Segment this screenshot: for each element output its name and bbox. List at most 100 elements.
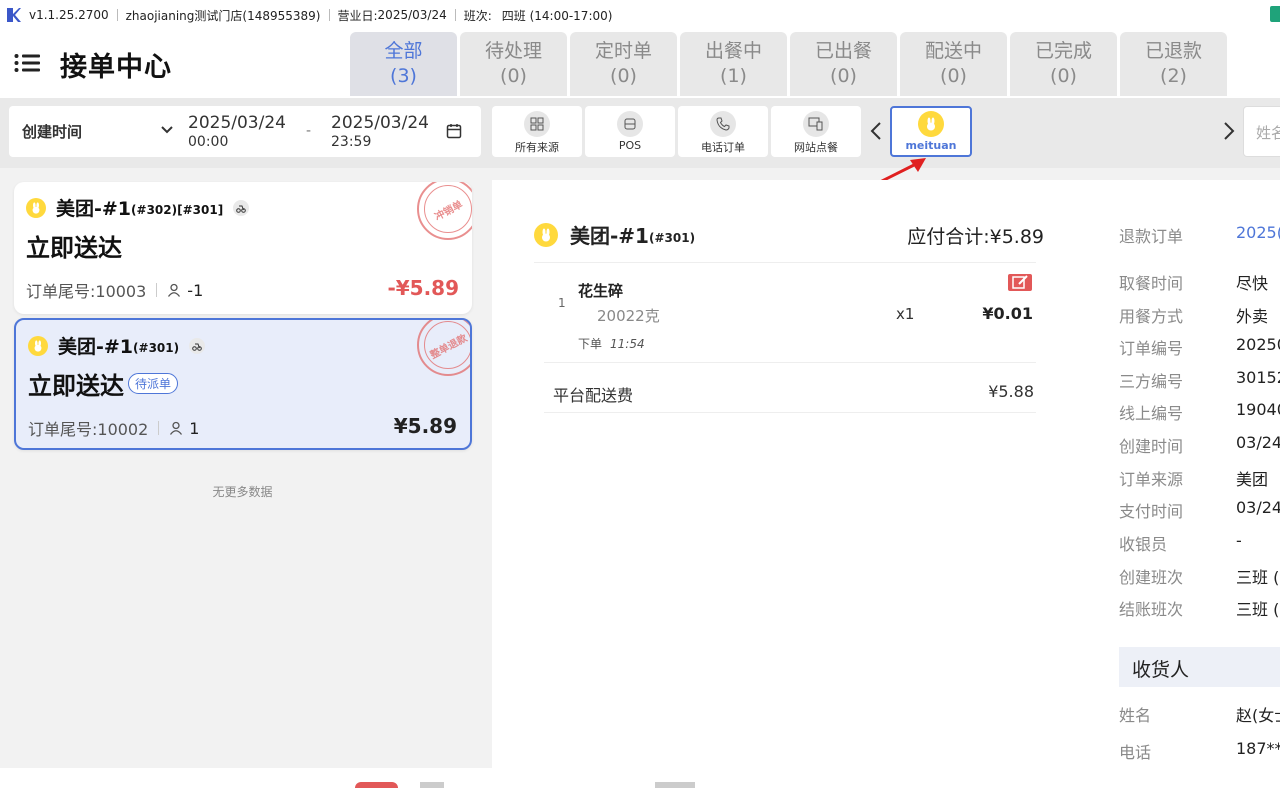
- meituan-rabbit-icon: [918, 111, 944, 137]
- info-value: 20250: [1236, 335, 1280, 354]
- info-key: 订单编号: [1119, 339, 1184, 358]
- grid-icon: [524, 111, 550, 137]
- divider: [158, 421, 160, 435]
- stamp-text: 整单退款: [428, 332, 470, 362]
- detail-sub-number: (#301): [648, 230, 696, 245]
- start-time[interactable]: 00:00: [188, 134, 228, 150]
- edit-tag-icon[interactable]: [1008, 274, 1032, 291]
- tab-count: (0): [1050, 65, 1077, 87]
- name-search-input[interactable]: 姓名: [1243, 106, 1280, 157]
- source-all-button[interactable]: 所有来源: [492, 106, 582, 157]
- calendar-icon[interactable]: [446, 123, 462, 139]
- tab-count: (0): [610, 65, 637, 87]
- item-price: ¥0.01: [982, 304, 1033, 323]
- detail-platform: 美团-#1: [570, 224, 649, 248]
- tab-label: 待处理: [484, 40, 542, 62]
- truncated-text: [420, 782, 444, 788]
- info-key: 创建班次: [1119, 568, 1184, 587]
- tab-count: (0): [830, 65, 857, 87]
- chevron-right-icon[interactable]: [1222, 122, 1236, 140]
- app-version: v1.1.25.2700: [29, 8, 109, 22]
- tab-label: 已退款: [1144, 40, 1202, 62]
- app-logo-icon: [7, 8, 21, 22]
- info-value: 外卖: [1236, 307, 1269, 326]
- info-key: 用餐方式: [1119, 307, 1184, 326]
- order-card-selected[interactable]: 美团-#1 (#301) 立即送达 待派单 订单尾号:10002 1 ¥5.89 …: [14, 318, 472, 450]
- tab-count: (0): [500, 65, 527, 87]
- tab-all[interactable]: 全部 (3): [350, 32, 457, 96]
- source-phone-button[interactable]: 电话订单: [678, 106, 768, 157]
- item-spec: 20022克: [597, 307, 660, 325]
- person-icon: [170, 421, 183, 435]
- info-value: -: [1236, 531, 1242, 550]
- tab-preparing[interactable]: 出餐中 (1): [680, 32, 787, 96]
- status-tabs: 全部 (3) 待处理 (0) 定时单 (0) 出餐中 (1) 已出餐 (0) 配送中 (0)…: [350, 32, 1230, 96]
- receiver-section-header: 收货人: [1119, 647, 1280, 687]
- order-info-panel: 退款订单 2025( 取餐时间 尽快 用餐方式 外卖 订单编号 20250 三方编号 30…: [1086, 180, 1280, 768]
- end-date[interactable]: 2025/03/24: [331, 114, 429, 133]
- source-label: POS: [618, 139, 642, 152]
- tab-refunded[interactable]: 已退款 (2): [1120, 32, 1227, 96]
- date-range-picker[interactable]: 创建时间 2025/03/24 00:00 - 2025/03/24 23:59: [9, 106, 481, 157]
- info-value: 美团: [1236, 470, 1269, 489]
- tab-count: (0): [940, 65, 967, 87]
- order-label: 下单: [578, 337, 603, 351]
- badge-shape: [355, 782, 398, 788]
- tab-scheduled[interactable]: 定时单 (0): [570, 32, 677, 96]
- devices-icon: [803, 111, 829, 137]
- tab-count: (1): [720, 65, 747, 87]
- receiver-name: 赵(女士: [1236, 706, 1280, 725]
- order-card[interactable]: 美团-#1 (#302)[#301] 立即送达 订单尾号:10003 -1 -¥…: [14, 182, 472, 314]
- receiver-phone: 187**: [1236, 739, 1280, 758]
- start-date[interactable]: 2025/03/24: [188, 114, 286, 133]
- order-sub-number: (#301): [133, 341, 180, 355]
- order-platform: 美团-#1: [58, 336, 134, 358]
- reversal-stamp: 冲销单: [417, 182, 472, 240]
- page-title: 接单中心: [60, 52, 172, 83]
- divider: [534, 262, 1036, 263]
- truncated-text: [655, 782, 695, 788]
- item-order-time: 下单 11:54: [578, 335, 645, 352]
- delivery-fee-value: ¥5.88: [988, 382, 1034, 401]
- tab-label: 出餐中: [704, 40, 762, 62]
- shift-label: 班次:: [463, 8, 492, 23]
- divider: [156, 283, 158, 297]
- source-pos-button[interactable]: POS: [585, 106, 675, 157]
- header: 接单中心 全部 (3) 待处理 (0) 定时单 (0) 出餐中 (1) 已出餐 (0) 配…: [0, 30, 1280, 98]
- phone-icon: [710, 111, 736, 137]
- menu-icon[interactable]: [14, 53, 40, 73]
- delivery-fee-label: 平台配送费: [553, 386, 634, 405]
- filter-bar: 创建时间 2025/03/24 00:00 - 2025/03/24 23:59…: [0, 98, 1280, 168]
- tab-pending[interactable]: 待处理 (0): [460, 32, 567, 96]
- person-icon: [168, 283, 181, 297]
- tab-completed[interactable]: 已完成 (0): [1010, 32, 1117, 96]
- order-price: ¥5.89: [393, 414, 457, 438]
- date-type-select[interactable]: 创建时间: [22, 121, 82, 142]
- meituan-logo-icon: [534, 222, 558, 247]
- info-value: 30152: [1236, 368, 1280, 387]
- end-time[interactable]: 23:59: [331, 134, 371, 150]
- info-key: 支付时间: [1119, 502, 1184, 521]
- tab-label: 定时单: [594, 40, 652, 62]
- order-list: 美团-#1 (#302)[#301] 立即送达 订单尾号:10003 -1 -¥…: [0, 168, 492, 768]
- name-placeholder: 姓名: [1256, 124, 1280, 142]
- no-more-data: 无更多数据: [212, 485, 273, 499]
- tab-ready[interactable]: 已出餐 (0): [790, 32, 897, 96]
- people-count: 1: [189, 418, 200, 438]
- info-value: 三班 (: [1236, 600, 1280, 619]
- order-sub-number: (#302)[#301]: [131, 203, 224, 217]
- source-web-button[interactable]: 网站点餐: [771, 106, 861, 157]
- chevron-down-icon[interactable]: [161, 126, 173, 134]
- tab-delivering[interactable]: 配送中 (0): [900, 32, 1007, 96]
- info-value: 19040: [1236, 400, 1280, 419]
- item-name: 花生碎: [578, 282, 624, 300]
- business-day-label: 营业日:: [337, 8, 378, 23]
- refund-order-link[interactable]: 2025(: [1236, 223, 1280, 242]
- chevron-left-icon[interactable]: [869, 122, 883, 140]
- source-meituan-button[interactable]: meituan: [890, 106, 972, 157]
- divider: [454, 9, 456, 21]
- meituan-logo-icon: [26, 197, 46, 218]
- order-time: 11:54: [610, 337, 645, 351]
- rider-icon: [233, 199, 250, 216]
- divider: [544, 412, 1036, 413]
